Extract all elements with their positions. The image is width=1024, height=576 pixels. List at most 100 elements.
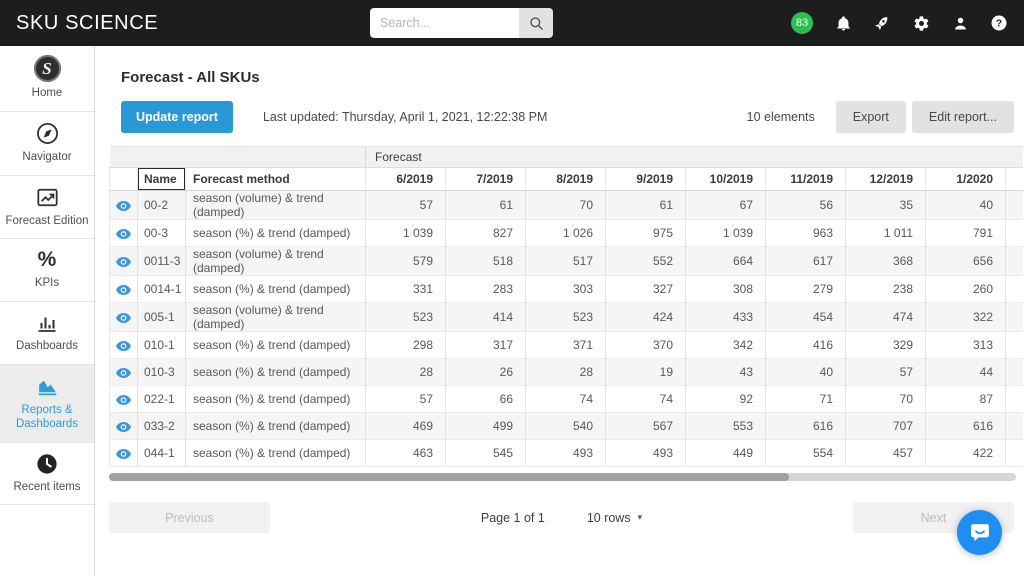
chat-launcher-button[interactable] <box>957 510 1002 555</box>
clock-icon <box>37 453 57 474</box>
view-row-button[interactable] <box>109 219 138 247</box>
column-header-clipped <box>1005 167 1023 191</box>
forecast-value-cell: 26 <box>445 358 526 386</box>
view-row-button[interactable] <box>109 246 138 276</box>
column-header-12-2019[interactable]: 12/2019 <box>845 167 926 191</box>
view-row-button[interactable] <box>109 190 138 220</box>
view-row-button[interactable] <box>109 302 138 332</box>
export-button[interactable]: Export <box>835 101 906 133</box>
search-button[interactable] <box>519 8 553 38</box>
main-content: Forecast - All SKUs Update report Last u… <box>95 46 1024 576</box>
sku-name-cell: 010-3 <box>137 358 186 386</box>
forecast-value-cell: 327 <box>605 275 686 303</box>
forecast-value-cell: 57 <box>365 385 446 413</box>
forecast-value-cell: 370 <box>605 331 686 359</box>
sidebar-item-recent-items[interactable]: Recent items <box>0 443 94 506</box>
forecast-value-cell: 279 <box>765 275 846 303</box>
sku-name-cell: 010-1 <box>137 331 186 359</box>
update-report-button[interactable]: Update report <box>121 101 233 133</box>
page-info: Page 1 of 1 <box>480 510 545 525</box>
column-header-9-2019[interactable]: 9/2019 <box>605 167 686 191</box>
account-button[interactable] <box>951 14 969 32</box>
forecast-value-cell: 56 <box>765 190 846 220</box>
column-header-7-2019[interactable]: 7/2019 <box>445 167 526 191</box>
sidebar-item-home[interactable]: S Home <box>0 46 94 112</box>
forecast-value-cell: 40 <box>925 190 1006 220</box>
whats-new-button[interactable] <box>873 14 891 32</box>
forecast-value-cell: 493 <box>525 439 606 467</box>
forecast-method-cell: season (volume) & trend (damped) <box>184 302 366 332</box>
clipped-cell <box>1005 246 1023 276</box>
column-header-name[interactable]: Name <box>137 167 186 191</box>
table-row: 005-1 season (volume) & trend (damped) 523… <box>109 302 1023 332</box>
sidebar-item-label: Reports & Dashboards <box>15 403 78 430</box>
forecast-value-cell: 493 <box>605 439 686 467</box>
rows-per-page-label: 10 rows <box>586 510 631 525</box>
column-header-forecast-method[interactable]: Forecast method <box>184 167 366 191</box>
notifications-button[interactable] <box>834 14 852 32</box>
credits-badge[interactable]: 83 <box>791 12 813 34</box>
sku-name-cell: 00-2 <box>137 190 186 220</box>
help-button[interactable]: ? <box>990 14 1008 32</box>
column-header-8-2019[interactable]: 8/2019 <box>525 167 606 191</box>
forecast-value-cell: 87 <box>925 385 1006 413</box>
eye-icon <box>116 448 131 459</box>
column-header-10-2019[interactable]: 10/2019 <box>685 167 766 191</box>
sidebar-item-forecast-edition[interactable]: Forecast Edition <box>0 176 94 240</box>
column-header-6-2019[interactable]: 6/2019 <box>365 167 446 191</box>
forecast-value-cell: 414 <box>445 302 526 332</box>
eye-icon <box>116 312 131 323</box>
sidebar-item-label: Navigator <box>22 150 72 163</box>
forecast-value-cell: 57 <box>365 190 446 220</box>
forecast-value-cell: 322 <box>925 302 1006 332</box>
bar-chart-icon <box>38 317 56 333</box>
table-row: 00-2 season (volume) & trend (damped) 57 61… <box>109 190 1023 220</box>
previous-page-button[interactable]: Previous <box>109 502 270 533</box>
gear-icon <box>914 15 928 31</box>
forecast-value-cell: 92 <box>685 385 766 413</box>
forecast-value-cell: 283 <box>445 275 526 303</box>
sku-name-cell: 044-1 <box>137 439 186 467</box>
view-row-button[interactable] <box>109 439 138 467</box>
table-row: 0014-1 season (%) & trend (damped) 331 283 3… <box>109 275 1023 303</box>
forecast-value-cell: 553 <box>685 412 766 440</box>
sidebar: S Home Navigator Forecast Edition % KPIs <box>0 46 95 576</box>
view-row-button[interactable] <box>109 275 138 303</box>
sidebar-item-label: KPIs <box>34 277 60 290</box>
clipped-cell <box>1005 219 1023 247</box>
clipped-cell <box>1005 439 1023 467</box>
forecast-value-cell: 44 <box>925 358 1006 386</box>
eye-icon <box>116 394 131 405</box>
sidebar-item-label: Forecast Edition <box>5 214 89 227</box>
view-row-button[interactable] <box>109 331 138 359</box>
sidebar-item-kpis[interactable]: % KPIs <box>0 239 94 303</box>
sidebar-item-navigator[interactable]: Navigator <box>0 112 94 176</box>
forecast-value-cell: 313 <box>925 331 1006 359</box>
chat-bubble-icon <box>970 523 989 541</box>
forecast-value-cell: 371 <box>525 331 606 359</box>
table-row: 010-3 season (%) & trend (damped) 28 26 28 19… <box>109 358 1023 386</box>
sku-name-cell: 005-1 <box>137 302 186 332</box>
settings-button[interactable] <box>912 14 930 32</box>
forecast-method-cell: season (%) & trend (damped) <box>184 439 366 467</box>
column-header-1-2020[interactable]: 1/2020 <box>925 167 1006 191</box>
column-header-11-2019[interactable]: 11/2019 <box>765 167 846 191</box>
horizontal-scrollbar-track[interactable] <box>109 473 1016 481</box>
forecast-value-cell: 70 <box>845 385 926 413</box>
table-row: 044-1 season (%) & trend (damped) 463 545 49… <box>109 439 1023 467</box>
edit-report-button[interactable]: Edit report... <box>911 101 1014 133</box>
view-row-button[interactable] <box>109 358 138 386</box>
sidebar-item-reports-dashboards[interactable]: Reports & Dashboards <box>0 364 94 443</box>
search-input[interactable] <box>370 8 519 38</box>
sidebar-item-dashboards[interactable]: Dashboards <box>0 302 94 365</box>
view-row-button[interactable] <box>109 412 138 440</box>
horizontal-scrollbar-thumb[interactable] <box>109 473 790 481</box>
view-row-button[interactable] <box>109 385 138 413</box>
chart-trend-icon <box>36 188 58 206</box>
rows-per-page-select[interactable]: 10 rows ▾ <box>587 511 642 525</box>
forecast-value-cell: 70 <box>525 190 606 220</box>
sidebar-item-label: Dashboards <box>15 340 78 353</box>
sku-name-cell: 0011-3 <box>137 246 186 276</box>
forecast-value-cell: 707 <box>845 412 926 440</box>
topbar: SKU SCIENCE 83 <box>0 0 1024 46</box>
